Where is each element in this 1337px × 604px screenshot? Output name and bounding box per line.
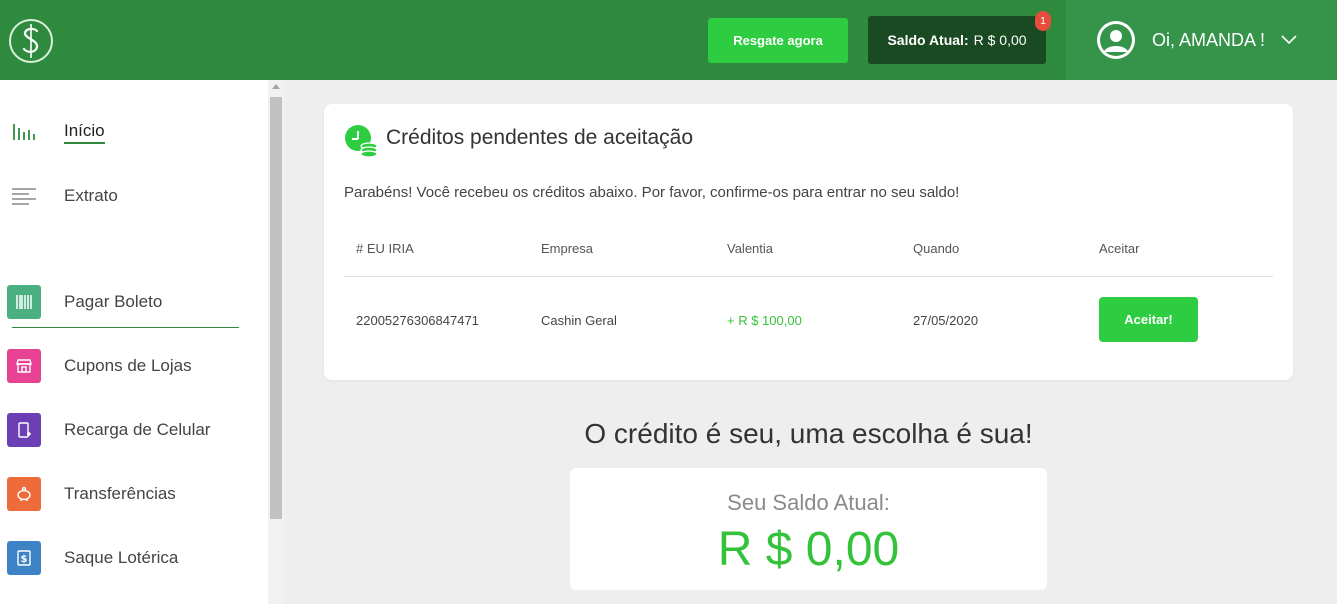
pending-credits-message: Parabéns! Você recebeu os créditos abaix… <box>344 184 960 201</box>
sidebar-item-label: Cupons de Lojas <box>64 356 192 375</box>
bar-chart-icon <box>7 115 41 149</box>
dollar-logo-icon[interactable] <box>8 18 54 64</box>
phone-icon <box>7 413 41 447</box>
store-icon <box>7 349 41 383</box>
sidebar-item-cupons[interactable]: Cupons de Lojas <box>0 344 268 388</box>
user-avatar-icon <box>1097 21 1135 59</box>
scroll-up-arrow-icon[interactable] <box>272 84 280 89</box>
table-header-divider <box>344 276 1273 277</box>
column-header-value: Valentia <box>727 241 774 256</box>
sidebar-item-transferencias[interactable]: Transferências <box>0 472 268 516</box>
column-header-company: Empresa <box>541 241 594 256</box>
current-balance-box[interactable]: Saldo Atual: R $ 0,00 <box>868 16 1046 64</box>
sidebar-item-extrato[interactable]: Extrato <box>0 174 268 218</box>
sidebar-item-label: Pagar Boleto <box>64 292 163 311</box>
cell-value: + R $ 100,00 <box>727 313 802 328</box>
balance-card: Seu Saldo Atual: R $ 0,00 <box>570 468 1047 590</box>
sidebar-item-recarga[interactable]: Recarga de Celular <box>0 408 268 452</box>
balance-card-label: Seu Saldo Atual: <box>727 490 890 515</box>
pending-credits-card: Créditos pendentes de aceitação Parabéns… <box>324 104 1293 380</box>
sidebar-item-saque-loterica[interactable]: $ Saque Lotérica <box>0 536 268 580</box>
sidebar-scrollbar[interactable] <box>268 80 284 604</box>
accept-button[interactable]: Aceitar! <box>1099 297 1198 342</box>
user-menu[interactable]: Oi, AMANDA ! <box>1066 0 1337 80</box>
svg-text:$: $ <box>21 554 28 565</box>
column-header-date: Quando <box>913 241 960 256</box>
chevron-down-icon[interactable] <box>1281 35 1297 45</box>
barcode-icon <box>7 285 41 319</box>
sidebar-divider <box>12 327 239 328</box>
top-header: Resgate agora Saldo Atual: R $ 0,00 1 Oi… <box>0 0 1337 80</box>
tagline: O crédito é seu, uma escolha é sua! <box>584 418 1033 449</box>
cell-company: Cashin Geral <box>541 313 617 328</box>
sidebar-item-inicio[interactable]: Início <box>0 110 268 154</box>
balance-card-value: R $ 0,00 <box>717 523 900 576</box>
balance-value: R $ 0,00 <box>973 32 1027 48</box>
sidebar-item-label: Início <box>64 121 105 144</box>
sidebar-item-label: Saque Lotérica <box>64 548 179 567</box>
list-icon <box>7 179 41 213</box>
notification-badge[interactable]: 1 <box>1035 11 1051 31</box>
column-header-accept: Aceitar <box>1099 241 1140 256</box>
clock-coins-icon <box>345 125 378 158</box>
cell-date: 27/05/2020 <box>913 313 979 328</box>
sidebar-item-label: Extrato <box>64 186 118 205</box>
scrollbar-thumb[interactable] <box>270 97 282 519</box>
balance-label: Saldo Atual: <box>887 32 969 48</box>
redeem-now-button[interactable]: Resgate agora <box>708 18 848 63</box>
column-header-id: # EU IRIA <box>356 241 414 256</box>
cell-id: 22005276306847471 <box>356 313 479 328</box>
sidebar-item-label: Recarga de Celular <box>64 420 211 439</box>
money-icon: $ <box>7 541 41 575</box>
sidebar-item-pagar-boleto[interactable]: Pagar Boleto <box>0 280 268 324</box>
pending-credits-title: Créditos pendentes de aceitação <box>386 126 694 149</box>
sidebar: Início Extrato Pagar Boleto Cupons de Lo… <box>0 80 268 604</box>
sidebar-item-label: Transferências <box>64 484 176 503</box>
piggy-bank-icon <box>7 477 41 511</box>
user-greeting: Oi, AMANDA ! <box>1152 29 1266 50</box>
